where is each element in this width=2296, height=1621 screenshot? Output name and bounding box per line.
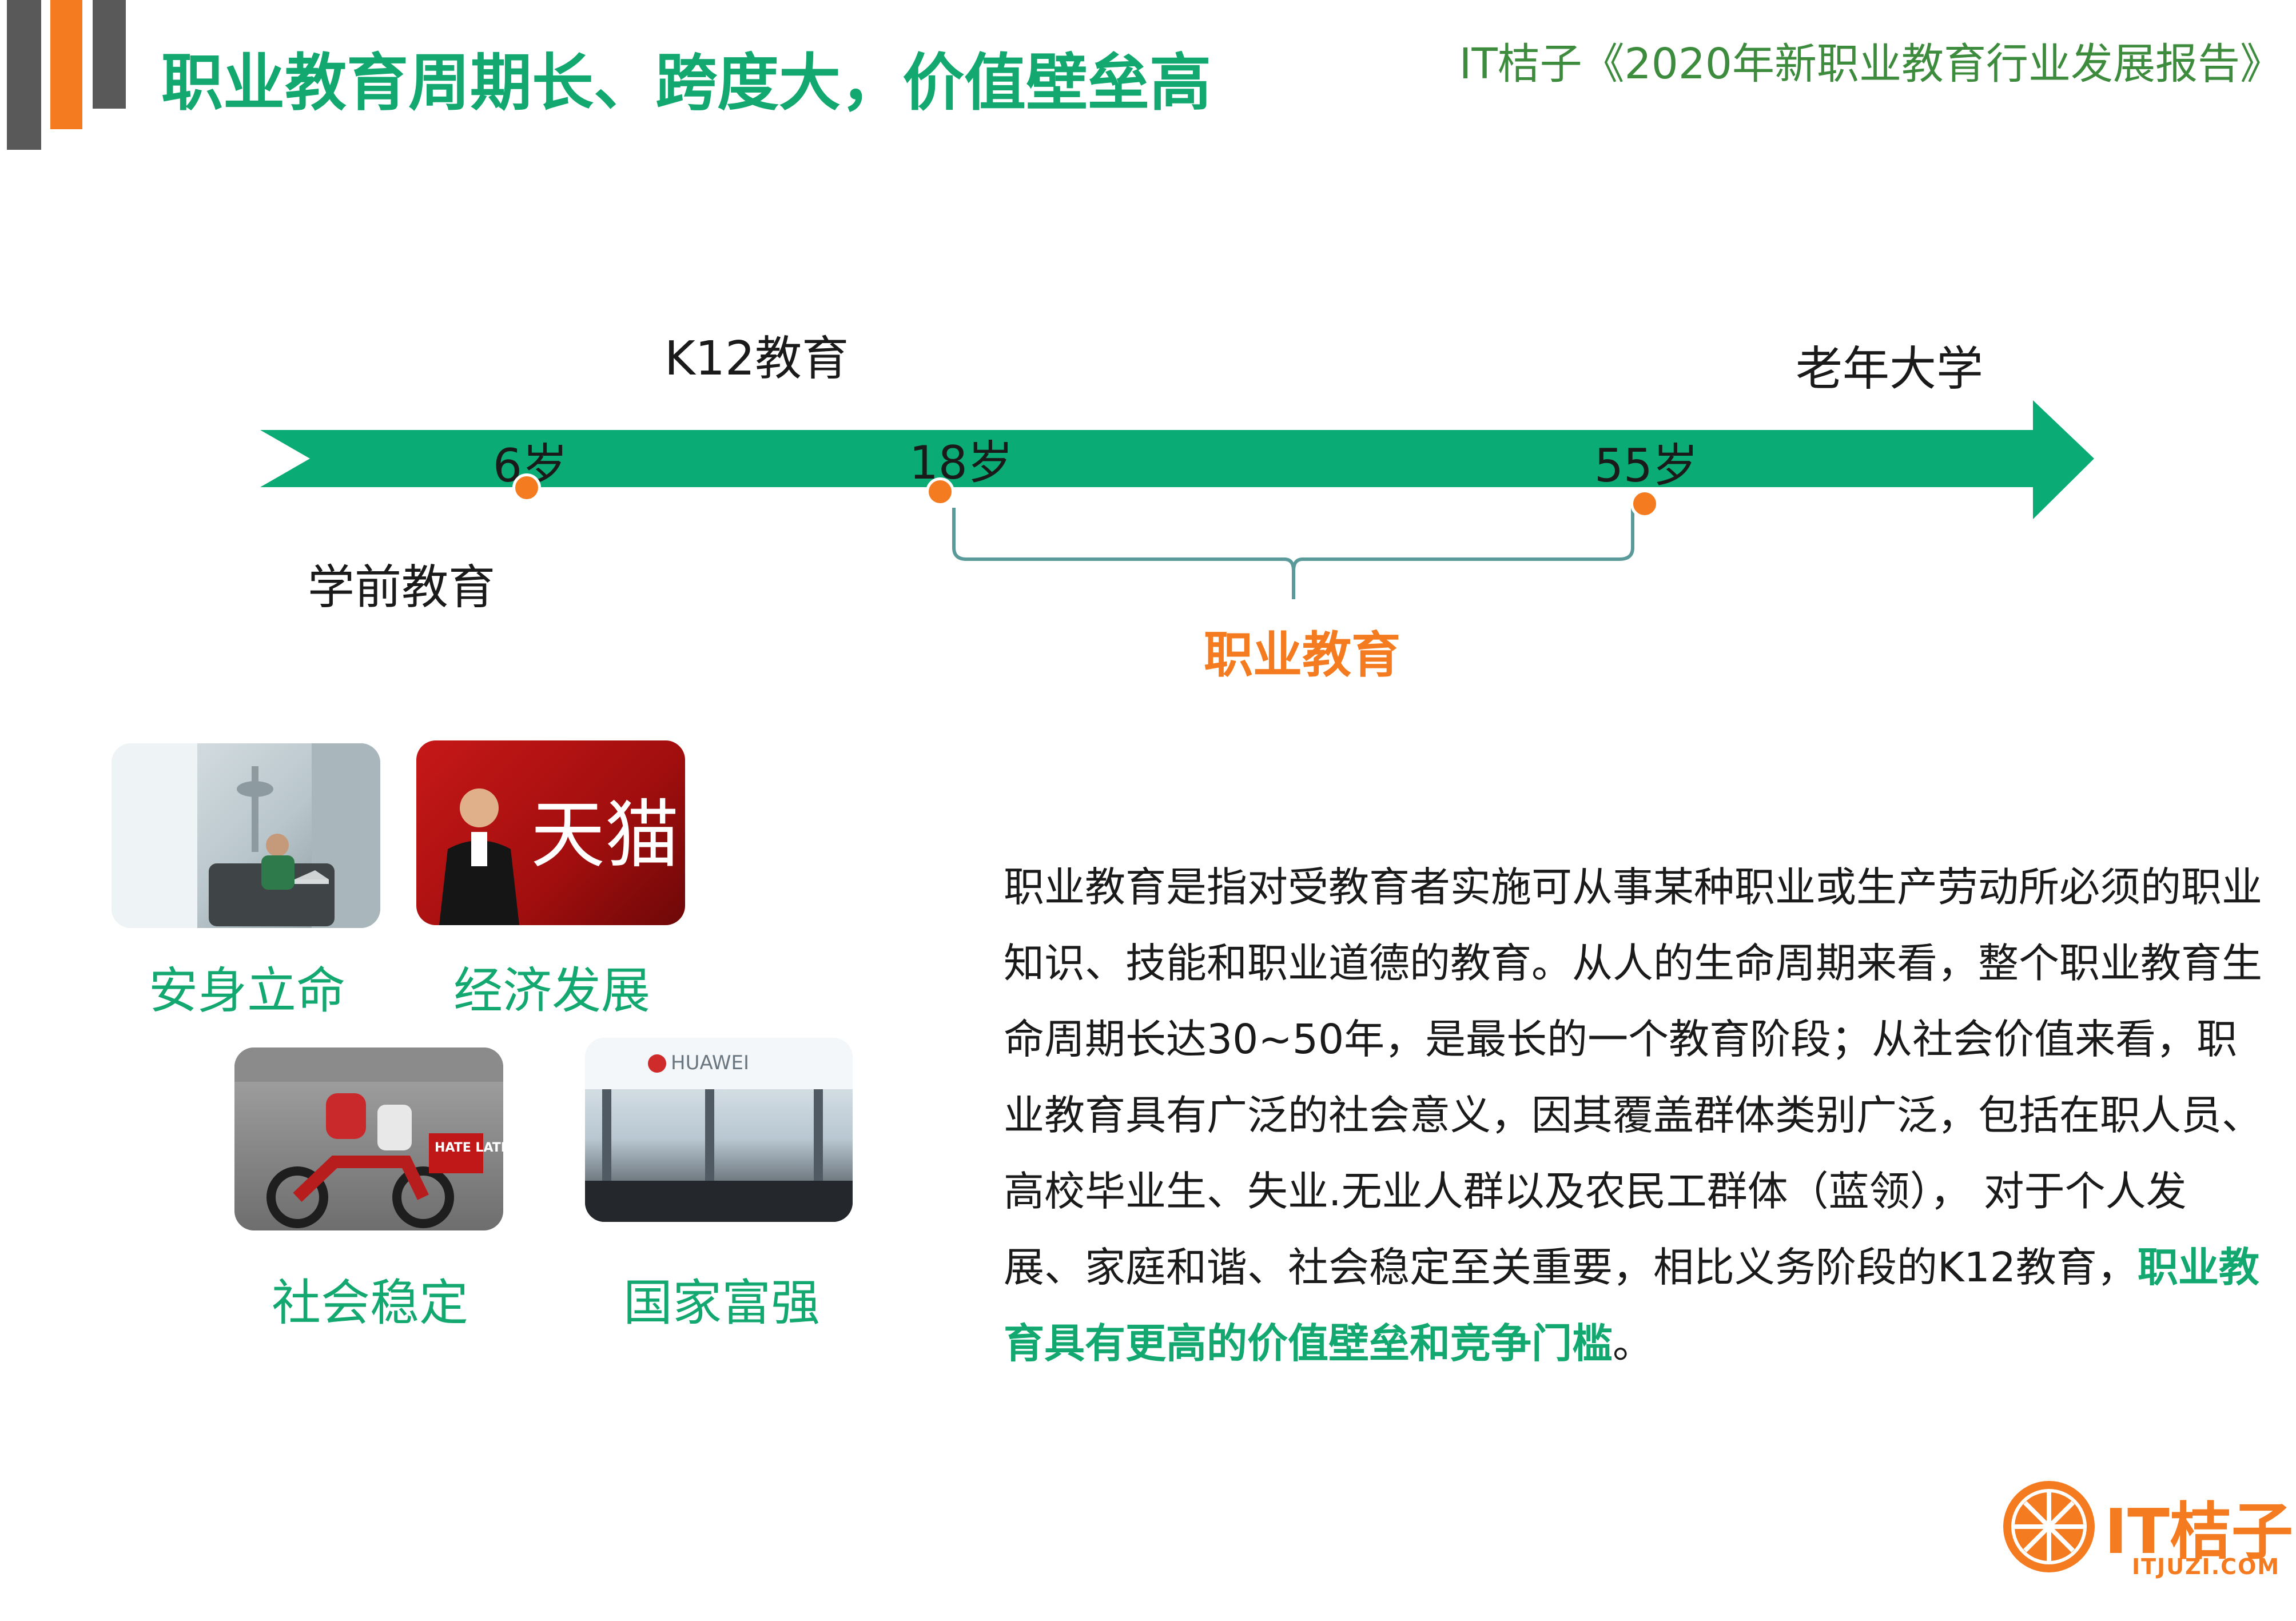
photo-delivery-motorcycle: HATE LATE — [234, 1048, 503, 1230]
exhibition-sign-text: HUAWEI — [671, 1052, 749, 1074]
k12-label: K12教育 — [664, 332, 849, 386]
logo-url: ITJUZI.COM — [2132, 1554, 2281, 1579]
paragraph-end: 。 — [1613, 1320, 1654, 1367]
photo-speaker-tmall: 天猫 — [416, 740, 685, 925]
timeline-bracket — [952, 508, 1634, 599]
age-55-marker — [1630, 489, 1659, 518]
vocational-education-label: 职业教育 — [1204, 627, 1400, 684]
age-6-marker — [512, 473, 541, 502]
elderly-university-label: 老年大学 — [1796, 342, 1984, 396]
paragraph-text: 职业教育是指对受教育者实施可从事某种职业或生产劳动所必须的职业知识、技能和职业道… — [1004, 863, 2263, 1291]
caption-economy: 经济发展 — [453, 962, 650, 1019]
photo-man-with-laptop — [112, 743, 380, 928]
timeline-arrow — [260, 400, 2094, 599]
photo-huawei-exhibition: HUAWEI — [585, 1038, 853, 1222]
age-55-label: 55岁 — [1594, 439, 1698, 492]
age-18-label: 18岁 — [909, 436, 1013, 489]
caption-national-strength: 国家富强 — [623, 1275, 820, 1332]
caption-social-stability: 社会稳定 — [272, 1275, 468, 1332]
caption-livelihood: 安身立命 — [149, 962, 345, 1019]
age-18-marker — [926, 477, 954, 506]
description-paragraph: 职业教育是指对受教育者实施可从事某种职业或生产劳动所必须的职业知识、技能和职业道… — [1004, 849, 2267, 1381]
preschool-label: 学前教育 — [308, 560, 496, 615]
delivery-box-text: HATE LATE — [435, 1141, 503, 1155]
sign-text: 天猫 — [531, 791, 679, 878]
orange-slice-logo-icon — [2003, 1481, 2095, 1572]
